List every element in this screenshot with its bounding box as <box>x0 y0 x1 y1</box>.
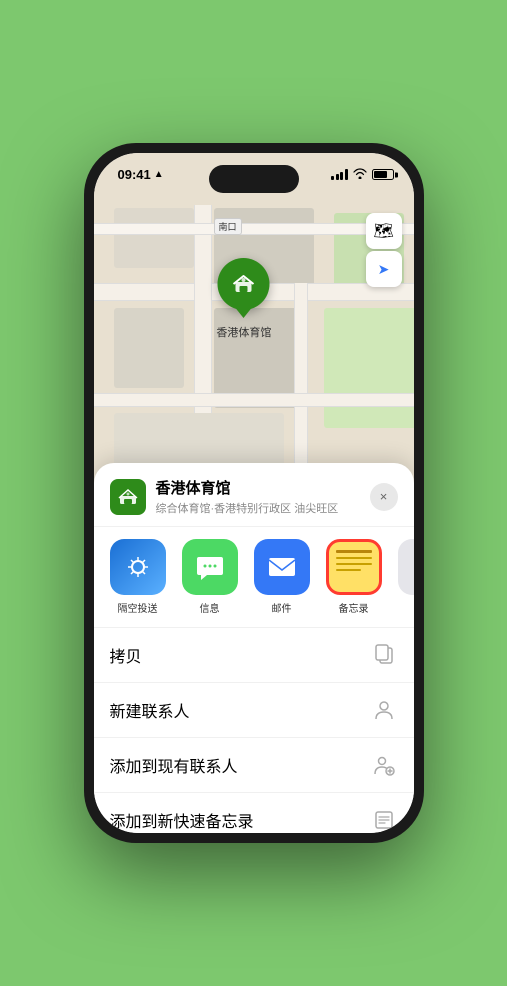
map-area-label: 南口 <box>214 218 242 235</box>
bottom-sheet: 香港体育馆 综合体育馆·香港特别行政区 油尖旺区 × <box>94 463 414 833</box>
share-item-airdrop[interactable]: 隔空投送 <box>110 539 166 615</box>
action-add-contact-label: 添加到现有联系人 <box>110 753 238 777</box>
mail-label: 邮件 <box>272 600 292 615</box>
messages-label: 信息 <box>200 600 220 615</box>
phone-frame: 09:41 ▲ <box>84 143 424 843</box>
action-new-contact[interactable]: 新建联系人 <box>94 683 414 738</box>
note-icon <box>370 806 398 833</box>
messages-icon <box>182 539 238 595</box>
location-icon: ➤ <box>378 261 390 278</box>
action-quick-note-label: 添加到新快速备忘录 <box>110 808 254 832</box>
location-label-text: 南口 <box>219 222 237 232</box>
notes-icon <box>326 539 382 595</box>
mail-icon <box>254 539 310 595</box>
pin-label-text: 香港体育馆 <box>216 324 271 340</box>
share-item-messages[interactable]: 信息 <box>182 539 238 615</box>
copy-icon <box>370 641 398 669</box>
more-icon <box>398 539 414 595</box>
airdrop-label: 隔空投送 <box>118 600 158 615</box>
status-time: 09:41 ▲ <box>118 167 164 182</box>
share-item-mail[interactable]: 邮件 <box>254 539 310 615</box>
location-button[interactable]: ➤ <box>366 251 402 287</box>
sheet-header: 香港体育馆 综合体育馆·香港特别行政区 油尖旺区 × <box>94 463 414 527</box>
venue-icon <box>110 479 146 515</box>
person-add-icon <box>370 751 398 779</box>
dynamic-island <box>209 165 299 193</box>
person-icon <box>370 696 398 724</box>
phone-screen: 09:41 ▲ <box>94 153 414 833</box>
venue-subtitle: 综合体育馆·香港特别行政区 油尖旺区 <box>156 500 360 516</box>
signal-icon <box>331 169 348 180</box>
venue-info: 香港体育馆 综合体育馆·香港特别行政区 油尖旺区 <box>156 477 360 516</box>
notes-label: 备忘录 <box>339 600 369 615</box>
location-arrow-icon: ▲ <box>154 169 164 180</box>
map-view-button[interactable]: 🗺 <box>366 213 402 249</box>
pin-icon <box>218 258 270 310</box>
share-row: 隔空投送 信息 <box>94 527 414 628</box>
action-copy[interactable]: 拷贝 <box>94 628 414 683</box>
map-view-icon: 🗺 <box>373 221 393 241</box>
close-button[interactable]: × <box>370 483 398 511</box>
share-item-notes[interactable]: 备忘录 <box>326 539 382 615</box>
status-icons <box>331 167 394 182</box>
venue-name: 香港体育馆 <box>156 477 360 498</box>
action-new-contact-label: 新建联系人 <box>110 698 190 722</box>
map-controls: 🗺 ➤ <box>366 213 402 287</box>
battery-icon <box>372 169 394 180</box>
share-item-more[interactable]: 提 <box>398 539 414 615</box>
location-pin: 香港体育馆 <box>216 258 271 340</box>
action-copy-label: 拷贝 <box>110 643 142 667</box>
airdrop-icon <box>110 539 166 595</box>
action-quick-note[interactable]: 添加到新快速备忘录 <box>94 793 414 833</box>
close-icon: × <box>380 489 388 504</box>
action-add-contact[interactable]: 添加到现有联系人 <box>94 738 414 793</box>
wifi-icon <box>353 167 367 182</box>
time-display: 09:41 <box>118 167 151 182</box>
